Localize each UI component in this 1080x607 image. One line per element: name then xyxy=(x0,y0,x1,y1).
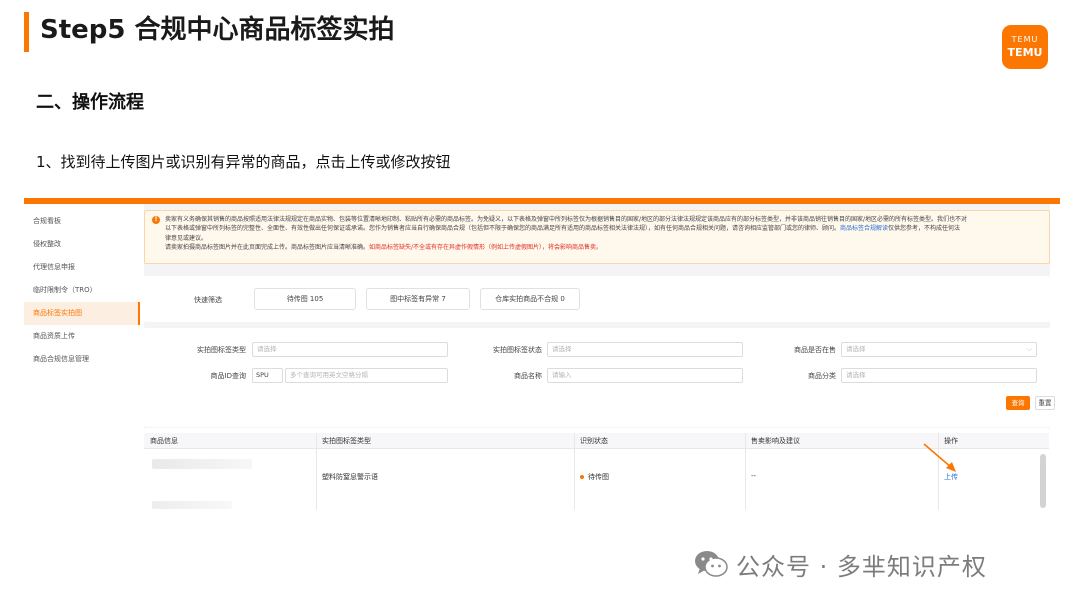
id-query-label: 商品ID查询 xyxy=(210,372,246,380)
notice-text: 请卖家拍摄商品标签图片并在此页面完成上传。商品标签图片应当清晰准确。 xyxy=(165,244,370,252)
sidebar-item-qualification-upload[interactable]: 商品资质上传 xyxy=(24,325,140,348)
id-query-input[interactable]: 多个查询可用英文空格分隔 xyxy=(285,368,448,383)
id-type-select[interactable]: SPU xyxy=(252,368,283,383)
row-status: 待传图 xyxy=(580,472,609,482)
main-content: ! 卖家有义务确保其销售的商品按照适用法律法规规定在商品实物、包装等位置清晰地印… xyxy=(144,204,1055,510)
table-scrollbar[interactable] xyxy=(1040,454,1046,508)
sidebar: 合规看板 侵权整改 代理信息申报 临时限制令（TRO） 商品标签实拍图 商品资质… xyxy=(24,204,140,510)
wechat-watermark: 公众号 · 多芈知识产权 xyxy=(694,547,987,581)
quick-filter-label: 快速筛选 xyxy=(194,296,222,304)
row-impact: -- xyxy=(751,472,757,480)
sidebar-item-agent-info[interactable]: 代理信息申报 xyxy=(24,256,140,279)
temu-logo: TEMU TEMU xyxy=(1002,25,1048,69)
label-type-select[interactable]: 请选择 xyxy=(252,342,448,357)
notice-text: 仅供您参考，不构成任何法 xyxy=(888,225,961,233)
compliance-guide-link[interactable]: 商品标签合规解读 xyxy=(840,225,888,232)
notice-line: 以下表格或弹窗中所列标签的完整性、全面性、有效性做出任何保证或承诺。您作为销售者… xyxy=(165,224,1043,233)
seller-center-screenshot: 合规看板 侵权整改 代理信息申报 临时限制令（TRO） 商品标签实拍图 商品资质… xyxy=(24,198,1060,510)
notice-text: 以下表格或弹窗中所列标签的完整性、全面性、有效性做出任何保证或承诺。您作为销售者… xyxy=(165,225,841,233)
sidebar-item-compliance-info[interactable]: 商品合规信息管理 xyxy=(24,348,140,371)
product-thumbnail-blurred xyxy=(152,501,232,509)
warning-icon: ! xyxy=(152,216,160,224)
quick-filter-panel: 快速筛选 待传图 105 图中标签有异常 7 仓库实拍商品不合规 0 xyxy=(144,276,1050,322)
col-recognition-status: 识别状态 xyxy=(580,437,608,445)
title-accent-bar xyxy=(24,12,29,52)
notice-line: 请卖家拍摄商品标签图片并在此页面完成上传。商品标签图片应当清晰准确。如商品标签缺… xyxy=(165,243,1043,252)
sidebar-item-label-photos[interactable]: 商品标签实拍图 xyxy=(24,302,140,325)
column-divider xyxy=(745,433,746,510)
category-label: 商品分类 xyxy=(808,372,836,380)
sidebar-item-compliance-dashboard[interactable]: 合规看板 xyxy=(24,210,140,233)
product-name-label: 商品名称 xyxy=(514,372,542,380)
wechat-icon xyxy=(694,549,728,579)
logo-text: TEMU xyxy=(1007,46,1043,59)
compliance-notice: ! 卖家有义务确保其销售的商品按照适用法律法规规定在商品实物、包装等位置清晰地印… xyxy=(144,210,1050,264)
label-type-label: 实拍图标签类型 xyxy=(197,346,246,354)
chevron-down-icon: ⌵ xyxy=(1026,345,1032,353)
product-name-input[interactable]: 请输入 xyxy=(547,368,743,383)
status-dot xyxy=(580,475,584,479)
on-sale-label: 商品是否在售 xyxy=(794,346,836,354)
row-label-type: 塑料防窒息警示语 xyxy=(322,473,378,481)
notice-line: 律意见或建议。 xyxy=(165,234,208,242)
notice-line: 卖家有义务确保其销售的商品按照适用法律法规规定在商品实物、包装等位置清晰地印制、… xyxy=(165,216,968,223)
on-sale-select[interactable]: 请选择 ⌵ xyxy=(841,342,1037,357)
logo-top-text: TEMU xyxy=(1011,35,1039,44)
product-table: 商品信息 实拍图标签类型 识别状态 售卖影响及建议 操作 塑料防窒息警示语 待传… xyxy=(144,428,1050,510)
row-status-text: 待传图 xyxy=(588,473,609,481)
search-button[interactable]: 查询 xyxy=(1006,396,1030,410)
filter-panel: 实拍图标签类型 请选择 实拍图标签状态 请选择 商品是否在售 请选择 ⌵ 商品I… xyxy=(144,328,1055,427)
table-header: 商品信息 实拍图标签类型 识别状态 售卖影响及建议 操作 xyxy=(144,433,1049,449)
col-product-info: 商品信息 xyxy=(150,437,178,445)
product-thumbnail-blurred xyxy=(152,459,252,469)
label-status-label: 实拍图标签状态 xyxy=(493,346,542,354)
label-status-select[interactable]: 请选择 xyxy=(547,342,743,357)
section-title: 二、操作流程 xyxy=(36,92,144,113)
step-instruction: 1、找到待上传图片或识别有异常的商品，点击上传或修改按钮 xyxy=(36,153,451,171)
slide-title: Step5 合规中心商品标签实拍 xyxy=(40,15,395,45)
reset-button[interactable]: 重置 xyxy=(1035,396,1055,410)
col-label-type: 实拍图标签类型 xyxy=(322,437,371,445)
chip-pending-upload[interactable]: 待传图 105 xyxy=(254,288,356,310)
sidebar-item-infringement[interactable]: 侵权整改 xyxy=(24,233,140,256)
column-divider xyxy=(574,433,575,510)
watermark-text: 公众号 · 多芈知识产权 xyxy=(736,552,987,581)
chip-warehouse-noncompliant[interactable]: 仓库实拍商品不合规 0 xyxy=(480,288,580,310)
column-divider xyxy=(316,433,317,510)
pointer-arrow-icon xyxy=(923,443,956,472)
slide: Step5 合规中心商品标签实拍 TEMU TEMU 二、操作流程 1、找到待上… xyxy=(0,0,1080,607)
sidebar-item-tro[interactable]: 临时限制令（TRO） xyxy=(24,279,140,302)
chip-label-abnormal[interactable]: 图中标签有异常 7 xyxy=(366,288,470,310)
category-select[interactable]: 请选择 xyxy=(841,368,1037,383)
on-sale-placeholder: 请选择 xyxy=(846,345,866,353)
notice-warning-text: 如商品标签缺失/不全或有存在异虚作假情形（例如上传虚假图片），将会影响商品售卖。 xyxy=(369,244,603,252)
col-sale-impact: 售卖影响及建议 xyxy=(751,437,800,445)
